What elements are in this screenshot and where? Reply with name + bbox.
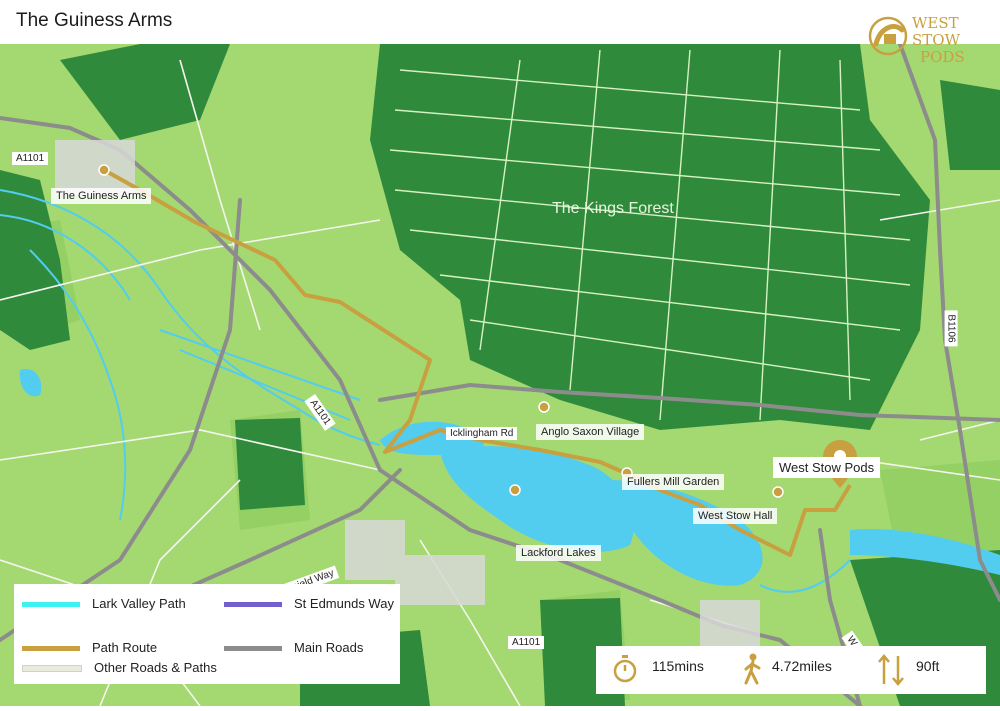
legend-path: Path Route (22, 640, 157, 655)
stat-time: 115mins (652, 658, 704, 674)
svg-text:STOW: STOW (912, 31, 961, 49)
stat-distance: 4.72miles (772, 658, 832, 674)
place-pods[interactable]: West Stow Pods (773, 457, 881, 478)
map-legend: Lark Valley Path St Edmunds Way Path Rou… (14, 584, 400, 684)
stopwatch-icon (612, 654, 638, 689)
svg-text:PODS: PODS (920, 48, 965, 66)
place-westhall[interactable]: West Stow Hall (693, 508, 778, 524)
road-a1101-top: A1101 (12, 152, 49, 165)
legend-mainroads: Main Roads (224, 640, 363, 655)
legend-stedmunds: St Edmunds Way (224, 596, 394, 611)
stat-elevation: 90ft (916, 658, 940, 674)
walking-icon (742, 653, 764, 690)
place-guiness[interactable]: The Guiness Arms (51, 188, 152, 204)
legend-otherroads: Other Roads & Paths (22, 660, 217, 675)
elevation-arrows-icon (876, 654, 906, 691)
page-title: The Guiness Arms (16, 10, 173, 31)
svg-text:WEST: WEST (912, 14, 959, 32)
route-stats: 115mins 4.72miles 90ft (596, 646, 986, 694)
forest-label: The Kings Forest (552, 200, 674, 217)
legend-lark: Lark Valley Path (22, 596, 186, 611)
road-a1101-bottom: A1101 (508, 636, 545, 649)
road-b1106: B1106 (944, 310, 958, 347)
west-stow-pods-logo: WEST STOW PODS (866, 8, 986, 68)
header: The Guiness Arms (0, 0, 1000, 44)
road-icklingham: Icklingham Rd (446, 427, 518, 440)
place-anglo[interactable]: Anglo Saxon Village (536, 424, 645, 440)
place-lackford[interactable]: Lackford Lakes (516, 545, 601, 561)
place-fullers[interactable]: Fullers Mill Garden (622, 474, 725, 490)
